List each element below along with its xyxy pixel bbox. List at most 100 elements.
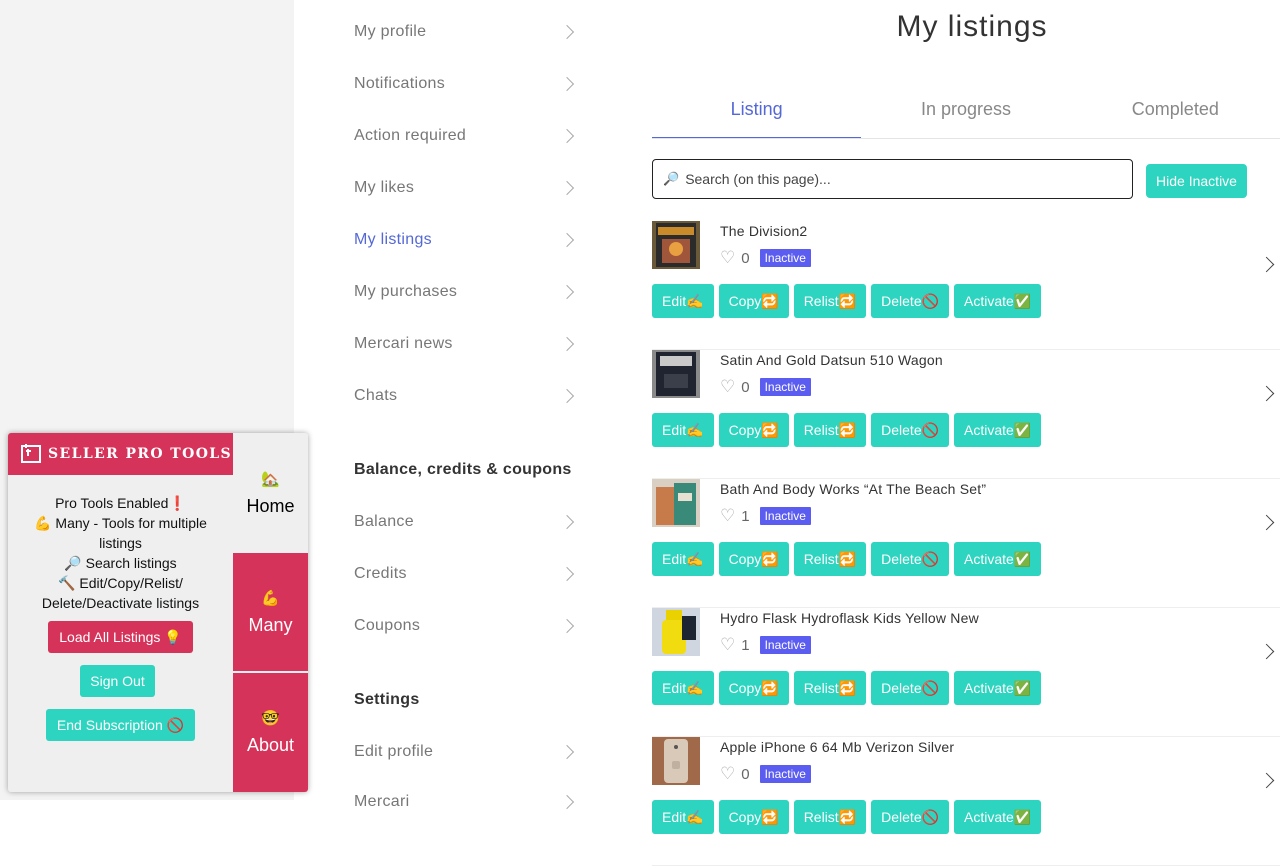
- activate-button[interactable]: Activate✅: [954, 284, 1042, 318]
- chevron-right-icon: [559, 24, 575, 40]
- listing-tabs: Listing In progress Completed: [652, 92, 1280, 139]
- listing-likes: ♡ 1 Inactive: [720, 506, 811, 526]
- activate-button[interactable]: Activate✅: [954, 671, 1042, 705]
- chevron-right-icon: [559, 514, 575, 530]
- feature-line: 💪 Many - Tools for multiple listings: [34, 515, 207, 551]
- activate-button[interactable]: Activate✅: [954, 413, 1042, 447]
- nav-item-my-listings[interactable]: My listings: [354, 227, 576, 253]
- listing-row[interactable]: Bath And Body Works “At The Beach Set” ♡…: [652, 479, 1280, 608]
- listing-title[interactable]: Hydro Flask Hydroflask Kids Yellow New: [720, 610, 979, 626]
- delete-button[interactable]: Delete🚫: [871, 800, 950, 834]
- chevron-right-icon[interactable]: [1258, 772, 1275, 789]
- delete-button[interactable]: Delete🚫: [871, 284, 950, 318]
- listing-title[interactable]: Apple iPhone 6 64 Mb Verizon Silver: [720, 739, 954, 755]
- listing-row[interactable]: The Division2 ♡ 0 Inactive Edit✍️ Copy🔁 …: [652, 221, 1280, 350]
- brand-header: SELLER PRO TOOLS: [8, 433, 233, 475]
- listing-row[interactable]: Hydro Flask Hydroflask Kids Yellow New ♡…: [652, 608, 1280, 737]
- copy-button[interactable]: Copy🔁: [718, 284, 789, 318]
- balance-heading: Balance, credits & coupons: [354, 461, 572, 478]
- end-subscription-button[interactable]: End Subscription 🚫: [46, 709, 195, 741]
- nav-item-action-required[interactable]: Action required: [354, 123, 576, 149]
- copy-button[interactable]: Copy🔁: [718, 800, 789, 834]
- listing-title[interactable]: Bath And Body Works “At The Beach Set”: [720, 481, 986, 497]
- listing-row[interactable]: Apple iPhone 6 64 Mb Verizon Silver ♡ 0 …: [652, 737, 1280, 866]
- copy-button[interactable]: Copy🔁: [718, 671, 789, 705]
- feature-line: Pro Tools Enabled❗: [55, 495, 186, 511]
- listing-likes: ♡ 1 Inactive: [720, 635, 811, 655]
- chevron-right-icon[interactable]: [1258, 256, 1275, 273]
- nav-item-mercari[interactable]: Mercari: [354, 789, 576, 815]
- relist-button[interactable]: Relist🔁: [793, 671, 867, 705]
- nav-item-my-profile[interactable]: My profile: [354, 19, 576, 45]
- house-icon: 🏡: [261, 470, 280, 488]
- edit-button[interactable]: Edit✍️: [652, 671, 714, 705]
- edit-button[interactable]: Edit✍️: [652, 542, 714, 576]
- like-count: 0: [741, 378, 750, 396]
- nav-item-credits[interactable]: Credits: [354, 561, 576, 587]
- listing-title[interactable]: Satin And Gold Datsun 510 Wagon: [720, 352, 943, 368]
- edit-button[interactable]: Edit✍️: [652, 413, 714, 447]
- heart-icon[interactable]: ♡: [720, 248, 735, 268]
- relist-button[interactable]: Relist🔁: [793, 542, 867, 576]
- chevron-right-icon: [559, 794, 575, 810]
- nav-item-my-purchases[interactable]: My purchases: [354, 279, 576, 305]
- heart-icon[interactable]: ♡: [720, 635, 735, 655]
- delete-button[interactable]: Delete🚫: [871, 542, 950, 576]
- tab-listing[interactable]: Listing: [652, 92, 862, 138]
- nav-item-balance[interactable]: Balance: [354, 509, 576, 535]
- copy-button[interactable]: Copy🔁: [718, 413, 789, 447]
- listing-actions: Edit✍️ Copy🔁 Relist🔁 Delete🚫 Activate✅: [652, 671, 1042, 705]
- activate-button[interactable]: Activate✅: [954, 542, 1042, 576]
- activate-button[interactable]: Activate✅: [954, 800, 1042, 834]
- tab-in-progress[interactable]: In progress: [861, 92, 1070, 138]
- nav-item-mercari-news[interactable]: Mercari news: [354, 331, 576, 357]
- listing-likes: ♡ 0 Inactive: [720, 248, 811, 268]
- delete-button[interactable]: Delete🚫: [871, 413, 950, 447]
- chevron-right-icon: [559, 566, 575, 582]
- tab-completed[interactable]: Completed: [1071, 92, 1280, 138]
- nav-item-coupons[interactable]: Coupons: [354, 613, 576, 639]
- chevron-right-icon: [559, 232, 575, 248]
- popup-home-button[interactable]: 🏡 Home: [233, 433, 308, 553]
- nav-item-notifications[interactable]: Notifications: [354, 71, 576, 97]
- sign-out-button[interactable]: Sign Out: [80, 665, 155, 697]
- nav-item-edit-profile[interactable]: Edit profile: [354, 739, 576, 765]
- listing-actions: Edit✍️ Copy🔁 Relist🔁 Delete🚫 Activate✅: [652, 800, 1042, 834]
- listing-likes: ♡ 0 Inactive: [720, 377, 811, 397]
- chevron-right-icon: [559, 618, 575, 634]
- feature-line: 🔨 Edit/Copy/Relist/: [58, 575, 183, 591]
- chevron-right-icon[interactable]: [1258, 385, 1275, 402]
- hide-inactive-button[interactable]: Hide Inactive: [1146, 164, 1247, 198]
- flexed-bicep-icon: 💪: [261, 589, 280, 607]
- chevron-right-icon[interactable]: [1258, 514, 1275, 531]
- status-badge: Inactive: [759, 507, 811, 525]
- relist-button[interactable]: Relist🔁: [793, 800, 867, 834]
- relist-button[interactable]: Relist🔁: [793, 284, 867, 318]
- chevron-right-icon[interactable]: [1258, 643, 1275, 660]
- copy-button[interactable]: Copy🔁: [718, 542, 789, 576]
- chevron-right-icon: [559, 76, 575, 92]
- listing-actions: Edit✍️ Copy🔁 Relist🔁 Delete🚫 Activate✅: [652, 284, 1042, 318]
- relist-button[interactable]: Relist🔁: [793, 413, 867, 447]
- nav-item-chats[interactable]: Chats: [354, 383, 576, 409]
- search-input[interactable]: [685, 171, 1126, 187]
- nerd-face-icon: 🤓: [261, 710, 280, 727]
- edit-button[interactable]: Edit✍️: [652, 284, 714, 318]
- tag-logo-icon: [21, 444, 41, 463]
- load-all-listings-button[interactable]: Load All Listings 💡: [48, 621, 193, 653]
- heart-icon[interactable]: ♡: [720, 377, 735, 397]
- popup-many-button[interactable]: 💪 Many: [233, 553, 308, 671]
- listing-row[interactable]: Satin And Gold Datsun 510 Wagon ♡ 0 Inac…: [652, 350, 1280, 479]
- listing-title[interactable]: The Division2: [720, 223, 807, 239]
- popup-about-button[interactable]: 🤓 About: [233, 673, 308, 792]
- search-icon: 🔎: [663, 171, 680, 186]
- heart-icon[interactable]: ♡: [720, 506, 735, 526]
- chevron-right-icon: [559, 128, 575, 144]
- nav-item-my-likes[interactable]: My likes: [354, 175, 576, 201]
- edit-button[interactable]: Edit✍️: [652, 800, 714, 834]
- heart-icon[interactable]: ♡: [720, 764, 735, 784]
- like-count: 1: [741, 507, 750, 525]
- listings-main: My listings Listing In progress Complete…: [652, 0, 1280, 866]
- delete-button[interactable]: Delete🚫: [871, 671, 950, 705]
- chevron-right-icon: [559, 336, 575, 352]
